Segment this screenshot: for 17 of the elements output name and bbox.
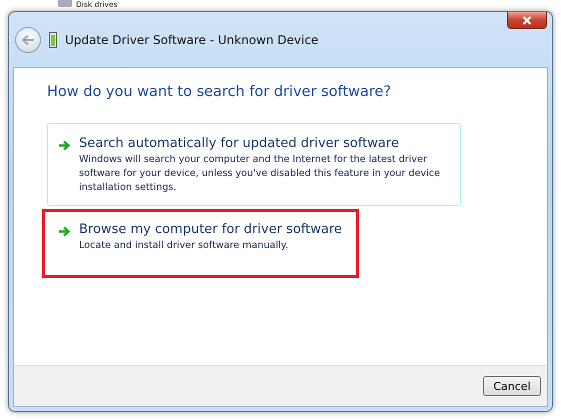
arrow-icon xyxy=(58,140,71,151)
option-title: Browse my computer for driver software xyxy=(79,222,342,237)
option-description: Windows will search your computer and the Internet for the latest driver software for your device, unless you've disabled this feature in your device installation settings. xyxy=(79,153,441,195)
option-title: Search automatically for updated driver software xyxy=(79,136,400,151)
back-arrow-icon xyxy=(21,34,35,46)
drive-icon xyxy=(58,0,72,7)
option-description: Locate and install driver software manually. xyxy=(79,239,290,253)
driver-option[interactable]: Browse my computer for driver software Locate and install driver software manually. xyxy=(42,209,359,278)
back-button[interactable] xyxy=(15,26,41,52)
close-icon xyxy=(522,16,532,24)
device-icon xyxy=(49,32,57,48)
dialog-heading: How do you want to search for driver software? xyxy=(47,84,392,100)
window-title: Update Driver Software - Unknown Device xyxy=(65,32,318,46)
close-button[interactable] xyxy=(507,12,547,29)
cancel-button[interactable]: Cancel xyxy=(483,376,541,396)
driver-option[interactable] xyxy=(47,123,461,206)
arrow-icon xyxy=(58,226,71,237)
